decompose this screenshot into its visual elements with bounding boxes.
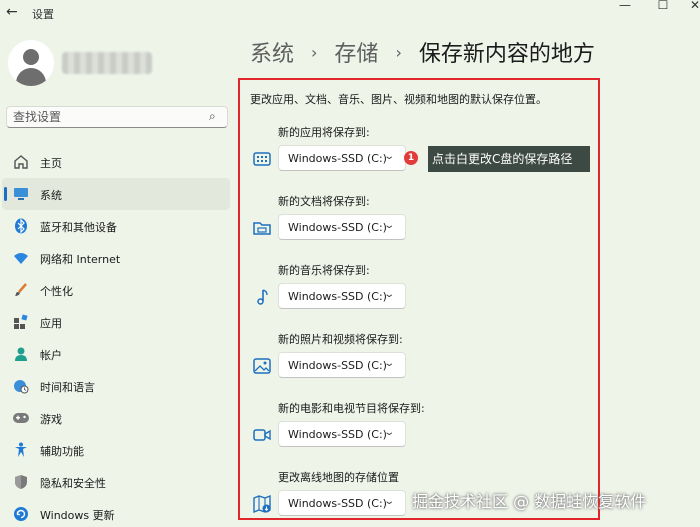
documents-folder-icon <box>252 218 272 238</box>
sidebar-item-time-language[interactable]: 时间和语言 <box>2 370 230 402</box>
chevron-down-icon: ⌄ <box>383 289 396 300</box>
accessibility-icon <box>12 441 30 459</box>
video-camera-icon <box>252 425 272 445</box>
sidebar-item-accounts[interactable]: 帐户 <box>2 338 230 370</box>
setting-label: 更改离线地图的存储位置 <box>278 471 399 484</box>
globe-clock-icon <box>12 377 30 395</box>
avatar-head-shape <box>23 49 39 65</box>
breadcrumb-storage[interactable]: 存储 <box>334 36 378 68</box>
apps-drive-icon <box>252 149 272 169</box>
avatar[interactable] <box>8 40 54 86</box>
shield-icon <box>12 473 30 491</box>
sidebar-item-bluetooth[interactable]: 蓝牙和其他设备 <box>2 210 230 242</box>
search-box[interactable]: ⌕ <box>6 106 228 128</box>
watermark: 掘金技术社区 @ 数据蛙恢复软件 <box>412 492 647 511</box>
wifi-icon <box>12 249 30 267</box>
update-icon <box>12 505 30 523</box>
page-title: 保存新内容的地方 <box>418 42 595 67</box>
avatar-body-shape <box>16 68 46 86</box>
sidebar-item-personalization[interactable]: 个性化 <box>2 274 230 306</box>
sidebar-item-label: 时间和语言 <box>40 381 95 394</box>
annotation-callout: 点击白更改C盘的保存路径 <box>428 146 590 172</box>
maximize-button[interactable]: ☐ <box>648 0 678 14</box>
sidebar-item-label: 蓝牙和其他设备 <box>40 221 117 234</box>
sidebar-item-system[interactable]: 系统 <box>2 178 230 210</box>
brush-icon <box>12 281 30 299</box>
chevron-down-icon: ⌄ <box>383 427 396 438</box>
dropdown-value: Windows-SSD (C:) <box>288 497 387 510</box>
dropdown-value: Windows-SSD (C:) <box>288 428 387 441</box>
sidebar-item-label: 主页 <box>40 157 62 170</box>
blurred-user-name <box>62 52 152 74</box>
map-icon <box>252 494 272 514</box>
search-input[interactable] <box>13 109 203 125</box>
sidebar-item-label: 帐户 <box>40 349 62 362</box>
apps-location-dropdown[interactable]: Windows-SSD (C:) ⌄ <box>278 145 406 171</box>
sidebar-item-network[interactable]: 网络和 Internet <box>2 242 230 274</box>
sidebar-item-home[interactable]: 主页 <box>2 146 230 178</box>
page-description: 更改应用、文档、音乐、图片、视频和地图的默认保存位置。 <box>250 93 547 106</box>
sidebar-item-accessibility[interactable]: 辅助功能 <box>2 434 230 466</box>
display-icon <box>12 185 30 203</box>
setting-label: 新的应用将保存到: <box>278 126 370 139</box>
account-icon <box>12 345 30 363</box>
setting-new-photos-videos: 新的照片和视频将保存到: Windows-SSD (C:) ⌄ <box>250 331 590 395</box>
sidebar-item-label: 系统 <box>40 189 62 202</box>
search-icon[interactable]: ⌕ <box>209 109 216 124</box>
sidebar-item-gaming[interactable]: 游戏 <box>2 402 230 434</box>
breadcrumb-system[interactable]: 系统 <box>250 36 294 68</box>
maps-location-dropdown[interactable]: Windows-SSD (C:) ⌄ <box>278 490 406 516</box>
movies-location-dropdown[interactable]: Windows-SSD (C:) ⌄ <box>278 421 406 447</box>
apps-icon <box>12 313 30 331</box>
music-note-icon <box>252 287 272 307</box>
close-button[interactable]: ✕ <box>680 0 700 14</box>
dropdown-value: Windows-SSD (C:) <box>288 152 387 165</box>
dropdown-value: Windows-SSD (C:) <box>288 290 387 303</box>
music-location-dropdown[interactable]: Windows-SSD (C:) ⌄ <box>278 283 406 309</box>
sidebar-item-privacy[interactable]: 隐私和安全性 <box>2 466 230 498</box>
chevron-down-icon: ⌄ <box>383 151 396 162</box>
setting-new-documents: 新的文档将保存到: Windows-SSD (C:) ⌄ <box>250 193 590 257</box>
title-bar: ← 设置 — ☐ ✕ <box>0 0 700 26</box>
sidebar-item-label: 网络和 Internet <box>40 253 121 266</box>
setting-new-movies-tv: 新的电影和电视节目将保存到: Windows-SSD (C:) ⌄ <box>250 400 590 464</box>
gamepad-icon <box>12 409 30 427</box>
sidebar-nav: 主页 系统 蓝牙和其他设备 网络和 Internet 个性化 应用 帐户 时间和… <box>0 146 230 527</box>
breadcrumb: 系统 › 存储 › 保存新内容的地方 <box>250 36 595 68</box>
home-icon <box>12 153 30 171</box>
setting-label: 新的音乐将保存到: <box>278 264 370 277</box>
chevron-down-icon: ⌄ <box>383 358 396 369</box>
setting-new-music: 新的音乐将保存到: Windows-SSD (C:) ⌄ <box>250 262 590 326</box>
documents-location-dropdown[interactable]: Windows-SSD (C:) ⌄ <box>278 214 406 240</box>
sidebar-item-label: 游戏 <box>40 413 62 426</box>
setting-label: 新的文档将保存到: <box>278 195 370 208</box>
dropdown-value: Windows-SSD (C:) <box>288 221 387 234</box>
chevron-down-icon: ⌄ <box>383 220 396 231</box>
bluetooth-icon <box>12 217 30 235</box>
sidebar-item-label: 个性化 <box>40 285 73 298</box>
chevron-down-icon: ⌄ <box>383 496 396 507</box>
sidebar-item-label: 应用 <box>40 317 62 330</box>
dropdown-value: Windows-SSD (C:) <box>288 359 387 372</box>
picture-icon <box>252 356 272 376</box>
window-title: 设置 <box>32 8 54 21</box>
active-indicator <box>4 187 7 201</box>
step-badge: 1 <box>404 151 418 165</box>
sidebar-item-label: Windows 更新 <box>40 509 115 522</box>
setting-label: 新的照片和视频将保存到: <box>278 333 403 346</box>
photos-location-dropdown[interactable]: Windows-SSD (C:) ⌄ <box>278 352 406 378</box>
breadcrumb-separator: › <box>395 42 402 62</box>
sidebar-item-apps[interactable]: 应用 <box>2 306 230 338</box>
back-button[interactable]: ← <box>6 3 24 21</box>
sidebar-item-label: 辅助功能 <box>40 445 84 458</box>
minimize-button[interactable]: — <box>610 0 640 14</box>
sidebar-item-label: 隐私和安全性 <box>40 477 106 490</box>
breadcrumb-separator: › <box>311 42 318 62</box>
sidebar-item-windows-update[interactable]: Windows 更新 <box>2 498 230 527</box>
setting-label: 新的电影和电视节目将保存到: <box>278 402 425 415</box>
